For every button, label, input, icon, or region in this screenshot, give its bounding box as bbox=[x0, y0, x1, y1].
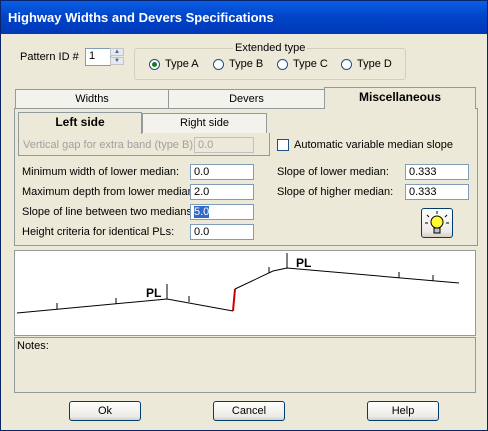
window-title: Highway Widths and Devers Specifications bbox=[8, 10, 274, 25]
dialog-window: Highway Widths and Devers Specifications… bbox=[0, 0, 488, 431]
vertical-gap-input[interactable]: 0.0 bbox=[194, 137, 254, 153]
slope-higher-label: Slope of higher median: bbox=[277, 186, 394, 198]
type-b-label: Type B bbox=[229, 58, 264, 70]
pattern-spin-up[interactable]: ▲ bbox=[110, 48, 124, 56]
lightbulb-icon bbox=[425, 211, 449, 234]
type-a-radio[interactable] bbox=[149, 59, 160, 70]
notes-label: Notes: bbox=[17, 340, 49, 352]
ok-button[interactable]: Ok bbox=[69, 401, 141, 421]
slope-lower-label: Slope of lower median: bbox=[277, 166, 389, 178]
profile-svg: PL PL bbox=[16, 253, 460, 314]
min-width-input[interactable]: 0.0 bbox=[190, 164, 254, 180]
slope-between-input[interactable]: 5.0 bbox=[190, 204, 254, 220]
pl-label-2: PL bbox=[296, 256, 311, 270]
type-d-label: Type D bbox=[357, 58, 392, 70]
type-c-radio[interactable] bbox=[277, 59, 288, 70]
min-width-label: Minimum width of lower median: bbox=[22, 166, 180, 178]
tab-devers[interactable]: Devers bbox=[168, 89, 325, 109]
type-a-label: Type A bbox=[165, 58, 199, 70]
tab-widths[interactable]: Widths bbox=[15, 89, 169, 109]
height-criteria-input[interactable]: 0.0 bbox=[190, 224, 254, 240]
max-depth-input[interactable]: 2.0 bbox=[190, 184, 254, 200]
tab-miscellaneous[interactable]: Miscellaneous bbox=[324, 87, 476, 109]
tab-right-side[interactable]: Right side bbox=[142, 113, 267, 133]
notes-area[interactable]: Notes: bbox=[14, 337, 476, 393]
type-c-label: Type C bbox=[293, 58, 328, 70]
median-slope-highlight bbox=[232, 288, 236, 312]
title-bar[interactable]: Highway Widths and Devers Specifications bbox=[1, 1, 487, 34]
vertical-gap-label: Vertical gap for extra band (type B): bbox=[23, 139, 197, 151]
slope-lower-input[interactable]: 0.333 bbox=[405, 164, 469, 180]
slope-higher-input[interactable]: 0.333 bbox=[405, 184, 469, 200]
miscellaneous-panel: Left side Right side Vertical gap for ex… bbox=[14, 108, 478, 246]
hint-button[interactable] bbox=[421, 208, 453, 238]
tab-left-side[interactable]: Left side bbox=[18, 112, 142, 134]
profile-diagram: PL PL bbox=[14, 250, 476, 336]
cancel-button[interactable]: Cancel bbox=[213, 401, 285, 421]
auto-median-label: Automatic variable median slope bbox=[294, 139, 453, 151]
pl-label-1: PL bbox=[146, 286, 161, 300]
max-depth-label: Maximum depth from lower median: bbox=[22, 186, 197, 198]
height-criteria-label: Height criteria for identical PLs: bbox=[22, 226, 175, 238]
pattern-id-input[interactable]: 1 bbox=[85, 48, 111, 66]
type-d-radio[interactable] bbox=[341, 59, 352, 70]
help-button[interactable]: Help bbox=[367, 401, 439, 421]
profile-line-left bbox=[16, 298, 234, 314]
extended-type-label: Extended type bbox=[233, 42, 308, 54]
type-b-radio[interactable] bbox=[213, 59, 224, 70]
pattern-id-label: Pattern ID # bbox=[20, 51, 79, 63]
auto-median-checkbox[interactable] bbox=[277, 139, 289, 151]
slope-between-label: Slope of line between two medians: bbox=[22, 206, 196, 218]
pattern-spin-down[interactable]: ▼ bbox=[110, 57, 124, 65]
